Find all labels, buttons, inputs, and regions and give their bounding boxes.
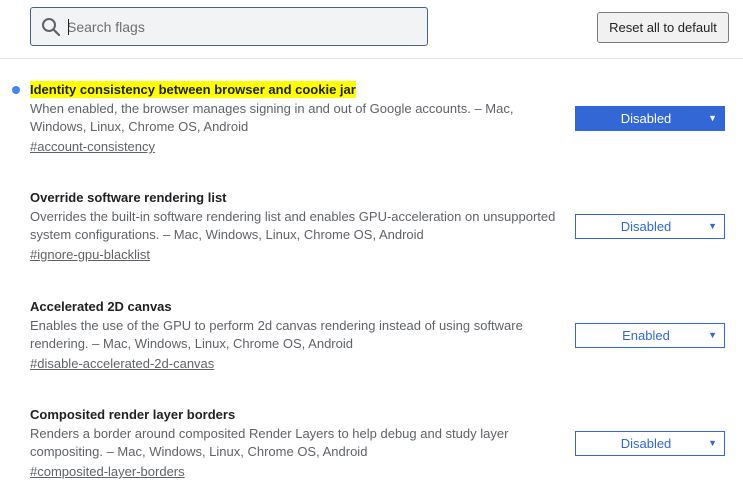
flag-title: Override software rendering list — [30, 190, 227, 205]
reset-all-button[interactable]: Reset all to default — [597, 12, 729, 43]
flag-select-value: Enabled — [622, 328, 670, 343]
flag-link[interactable]: #ignore-gpu-blacklist — [30, 246, 150, 263]
flag-select[interactable]: Enabled ▼ — [575, 323, 725, 348]
chevron-down-icon: ▼ — [708, 330, 717, 340]
flag-title: Identity consistency between browser and… — [30, 81, 356, 98]
flag-description: Enables the use of the GPU to perform 2d… — [30, 318, 523, 351]
search-icon — [42, 18, 61, 37]
dot-icon — [12, 86, 20, 94]
flag-description: Overrides the built-in software renderin… — [30, 209, 556, 242]
search-box[interactable] — [30, 7, 428, 46]
flag-select[interactable]: Disabled ▼ — [575, 106, 725, 131]
header-bar: Reset all to default — [0, 0, 743, 59]
flag-title: Accelerated 2D canvas — [30, 299, 172, 314]
chevron-down-icon: ▼ — [708, 438, 717, 448]
flag-select-value: Disabled — [620, 219, 672, 234]
flag-description: When enabled, the browser manages signin… — [30, 101, 514, 134]
flag-description: Renders a border around composited Rende… — [30, 426, 509, 459]
flag-link[interactable]: #composited-layer-borders — [30, 463, 185, 480]
flag-select-value: Disabled — [620, 111, 672, 126]
flag-link[interactable]: #disable-accelerated-2d-canvas — [30, 355, 214, 372]
search-input[interactable] — [67, 16, 417, 38]
flag-link[interactable]: #account-consistency — [30, 138, 155, 155]
flag-select[interactable]: Disabled ▼ — [575, 431, 725, 456]
flag-title: Composited render layer borders — [30, 407, 236, 422]
flag-select-value: Disabled — [620, 436, 672, 451]
flag-select[interactable]: Disabled ▼ — [575, 214, 725, 239]
text-caret — [68, 19, 69, 35]
chevron-down-icon: ▼ — [708, 113, 717, 123]
chevron-down-icon: ▼ — [708, 221, 717, 231]
